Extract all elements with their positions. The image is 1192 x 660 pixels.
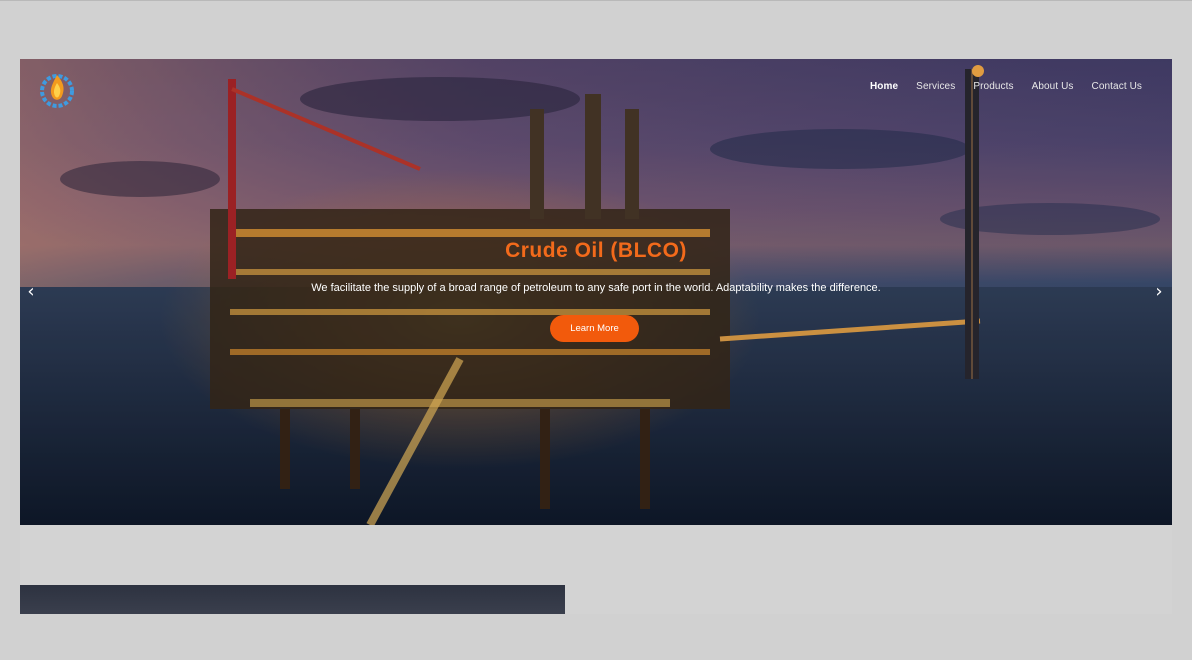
- hero-subtitle: We facilitate the supply of a broad rang…: [311, 282, 881, 294]
- nav-item-contact-us[interactable]: Contact Us: [1092, 81, 1142, 92]
- hero-slider: Home Services Products About Us Contact …: [20, 59, 1172, 525]
- flame-gear-logo-icon: [40, 74, 74, 108]
- page-frame: Home Services Products About Us Contact …: [20, 59, 1172, 614]
- page-top-border: [0, 0, 1192, 1]
- nav-item-home[interactable]: Home: [870, 81, 898, 92]
- learn-more-button[interactable]: Learn More: [550, 315, 639, 342]
- nav-item-about-us[interactable]: About Us: [1032, 81, 1074, 92]
- site-logo[interactable]: [38, 71, 76, 109]
- nav-item-services[interactable]: Services: [916, 81, 955, 92]
- section-image-preview: [20, 585, 565, 614]
- hero-title: Crude Oil (BLCO): [505, 239, 687, 262]
- nav-item-products[interactable]: Products: [973, 81, 1013, 92]
- main-nav: Home Services Products About Us Contact …: [870, 81, 1142, 92]
